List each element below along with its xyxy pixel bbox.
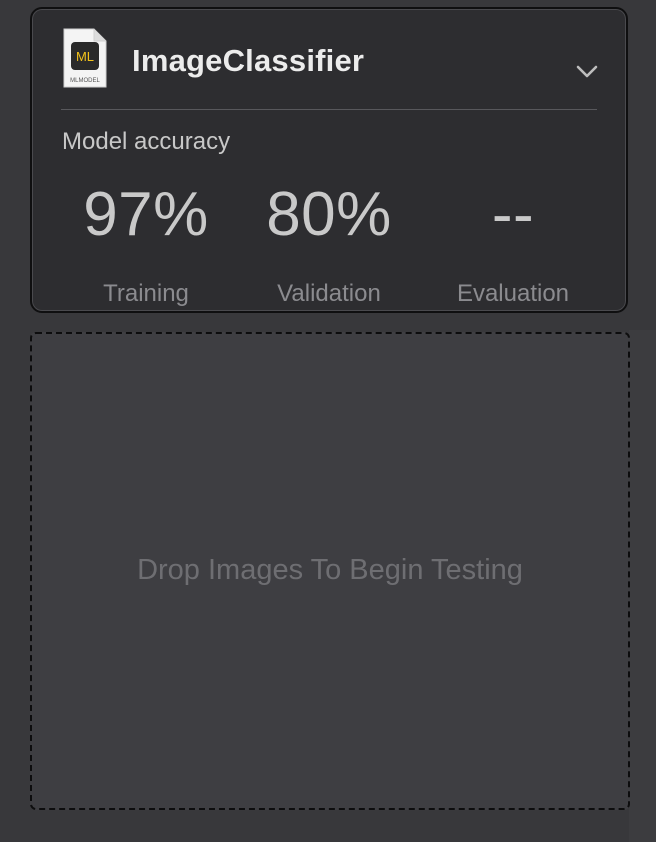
icon-badge-text: ML <box>76 49 94 64</box>
model-header[interactable]: ML MLMODEL ImageClassifier <box>32 9 626 109</box>
chevron-down-icon[interactable] <box>575 63 599 79</box>
training-metric: 97% Training <box>54 179 238 309</box>
model-name: ImageClassifier <box>132 43 365 78</box>
image-drop-zone[interactable]: Drop Images To Begin Testing <box>30 332 630 810</box>
training-label: Training <box>103 280 189 307</box>
validation-metric: 80% Validation <box>237 179 421 309</box>
preview-pane: ML MLMODEL ImageClassifier Model accurac… <box>0 0 656 842</box>
evaluation-label: Evaluation <box>456 280 570 307</box>
evaluation-accuracy-value: -- <box>491 180 535 249</box>
validation-accuracy-value: 80% <box>266 180 392 249</box>
icon-caption-text: MLMODEL <box>70 78 100 84</box>
drop-zone-label: Drop Images To Begin Testing <box>137 554 523 586</box>
model-accuracy-label: Model accuracy <box>62 128 231 155</box>
scroll-track <box>629 330 656 842</box>
training-accuracy-value: 97% <box>83 180 209 249</box>
mlmodel-file-icon: ML MLMODEL <box>63 28 107 88</box>
validation-label: Validation <box>277 280 381 307</box>
evaluation-metric: -- Evaluation <box>421 179 605 309</box>
header-divider <box>61 109 597 110</box>
model-accuracy-card: ML MLMODEL ImageClassifier Model accurac… <box>30 7 628 313</box>
